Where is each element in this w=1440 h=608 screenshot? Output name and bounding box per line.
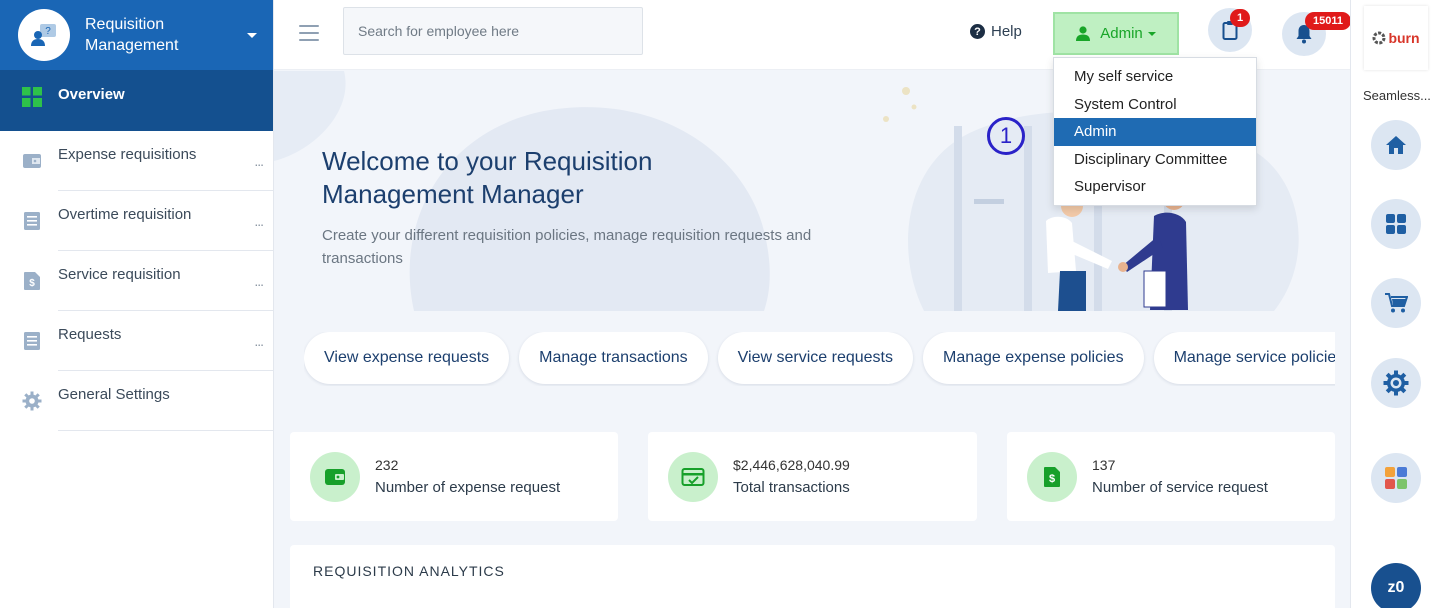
sidebar-item-service-requisition[interactable]: $ Service requisition ... <box>0 251 273 311</box>
page-subtitle: Create your different requisition polici… <box>322 227 812 267</box>
rail-apps-button[interactable] <box>1371 199 1421 249</box>
gear-icon <box>1383 370 1409 396</box>
svg-text:?: ? <box>45 26 51 37</box>
help-link[interactable]: ? Help <box>970 23 1022 40</box>
sidebar-item-label: Expense requisitions <box>58 145 197 163</box>
sidebar-item-label: Requests <box>58 325 122 343</box>
sidebar-item-expense-requisitions[interactable]: Expense requisitions ... <box>0 131 273 191</box>
rail-modules-button[interactable] <box>1371 453 1421 503</box>
app-title-line2: Management <box>85 37 179 54</box>
requisition-logo-icon: ? <box>18 9 70 61</box>
role-button-label: Admin <box>1100 25 1143 42</box>
role-dropdown-menu: My self service System Control Admin Dis… <box>1053 57 1257 206</box>
sidebar-item-general-settings[interactable]: General Settings <box>0 371 273 431</box>
wallet-icon <box>22 151 42 171</box>
dollar-file-icon: $ <box>22 271 42 291</box>
rail-cart-button[interactable] <box>1371 278 1421 328</box>
grid-icon <box>22 87 42 112</box>
more-options-icon[interactable]: ... <box>254 213 264 229</box>
employee-search-input[interactable] <box>343 7 643 55</box>
company-logo-text: burn <box>1388 30 1420 46</box>
stat-label: Number of expense request <box>375 479 561 496</box>
stat-label: Total transactions <box>733 479 850 496</box>
app-title-line1: Requisition <box>85 16 165 33</box>
notification-badge: 15011 <box>1305 12 1351 30</box>
document-icon <box>22 211 42 231</box>
help-label: Help <box>991 23 1022 40</box>
sidebar-item-label: Overtime requisition <box>58 205 192 223</box>
app-rail: burn Seamless... z0 <box>1350 0 1440 608</box>
menu-item-system-control[interactable]: System Control <box>1054 91 1256 119</box>
company-logo[interactable]: burn <box>1364 6 1428 70</box>
more-options-icon[interactable]: ... <box>254 333 264 349</box>
home-icon <box>1385 135 1407 155</box>
document-icon <box>22 331 42 351</box>
dollar-file-icon: $ <box>1027 452 1077 502</box>
stat-card-total-transactions[interactable]: $2,446,628,040.99 Total transactions <box>648 432 977 521</box>
wallet-icon <box>310 452 360 502</box>
modules-icon <box>1384 466 1408 490</box>
sidebar-item-overview[interactable]: Overview <box>0 70 273 131</box>
stat-value: 232 <box>375 457 399 473</box>
menu-item-disciplinary-committee[interactable]: Disciplinary Committee <box>1054 146 1256 174</box>
more-options-icon[interactable]: ... <box>254 153 264 169</box>
page-title: Welcome to your Requisition Management M… <box>322 146 653 209</box>
cog-logo-icon <box>1372 31 1386 45</box>
rail-home-button[interactable] <box>1371 120 1421 170</box>
stat-label: Number of service request <box>1092 479 1268 496</box>
app-title: Requisition Management <box>85 14 247 56</box>
caret-down-icon <box>1147 31 1156 36</box>
menu-item-my-self-service[interactable]: My self service <box>1054 63 1256 91</box>
sidebar-item-label: Overview <box>58 86 125 103</box>
sidebar-item-label: General Settings <box>58 385 170 403</box>
analytics-title: REQUISITION ANALYTICS <box>313 563 505 579</box>
stat-card-service-requests[interactable]: $ 137 Number of service request <box>1007 432 1335 521</box>
menu-toggle-icon[interactable] <box>299 25 319 41</box>
cart-icon <box>1384 292 1408 314</box>
stat-value: $2,446,628,040.99 <box>733 457 850 473</box>
role-switcher-button[interactable]: Admin <box>1053 12 1179 55</box>
quick-actions: View expense requests Manage transactions… <box>304 332 1335 386</box>
user-avatar[interactable]: z0 <box>1371 563 1421 608</box>
menu-item-admin[interactable]: Admin <box>1054 118 1256 146</box>
manage-expense-policies-button[interactable]: Manage expense policies <box>923 332 1144 384</box>
sidebar-item-overtime-requisition[interactable]: Overtime requisition ... <box>0 191 273 251</box>
menu-item-supervisor[interactable]: Supervisor <box>1054 173 1256 201</box>
chevron-down-icon <box>247 32 257 38</box>
app-root: ? Requisition Management Overview Expens… <box>0 0 1440 608</box>
stat-card-expense-requests[interactable]: 232 Number of expense request <box>290 432 618 521</box>
company-name: Seamless... <box>1363 88 1431 103</box>
grid-icon <box>1385 213 1407 235</box>
more-options-icon[interactable]: ... <box>254 273 264 289</box>
user-icon <box>1076 26 1091 41</box>
step-marker: 1 <box>987 117 1025 155</box>
help-icon: ? <box>970 24 985 39</box>
sidebar-item-requests[interactable]: Requests ... <box>0 311 273 371</box>
svg-text:$: $ <box>29 278 35 289</box>
gear-icon <box>22 391 42 411</box>
stat-value: 137 <box>1092 457 1116 473</box>
app-switcher[interactable]: ? Requisition Management <box>0 0 273 70</box>
view-service-requests-button[interactable]: View service requests <box>717 332 913 384</box>
clipboard-badge: 1 <box>1230 9 1250 27</box>
rail-settings-button[interactable] <box>1371 358 1421 408</box>
sidebar-item-label: Service requisition <box>58 265 181 283</box>
view-expense-requests-button[interactable]: View expense requests <box>304 332 510 384</box>
sidebar: ? Requisition Management Overview Expens… <box>0 0 274 608</box>
manage-service-policies-button[interactable]: Manage service policies <box>1153 332 1335 384</box>
analytics-panel: REQUISITION ANALYTICS <box>290 545 1335 608</box>
svg-text:$: $ <box>1049 473 1055 485</box>
card-check-icon <box>668 452 718 502</box>
manage-transactions-button[interactable]: Manage transactions <box>519 332 708 384</box>
